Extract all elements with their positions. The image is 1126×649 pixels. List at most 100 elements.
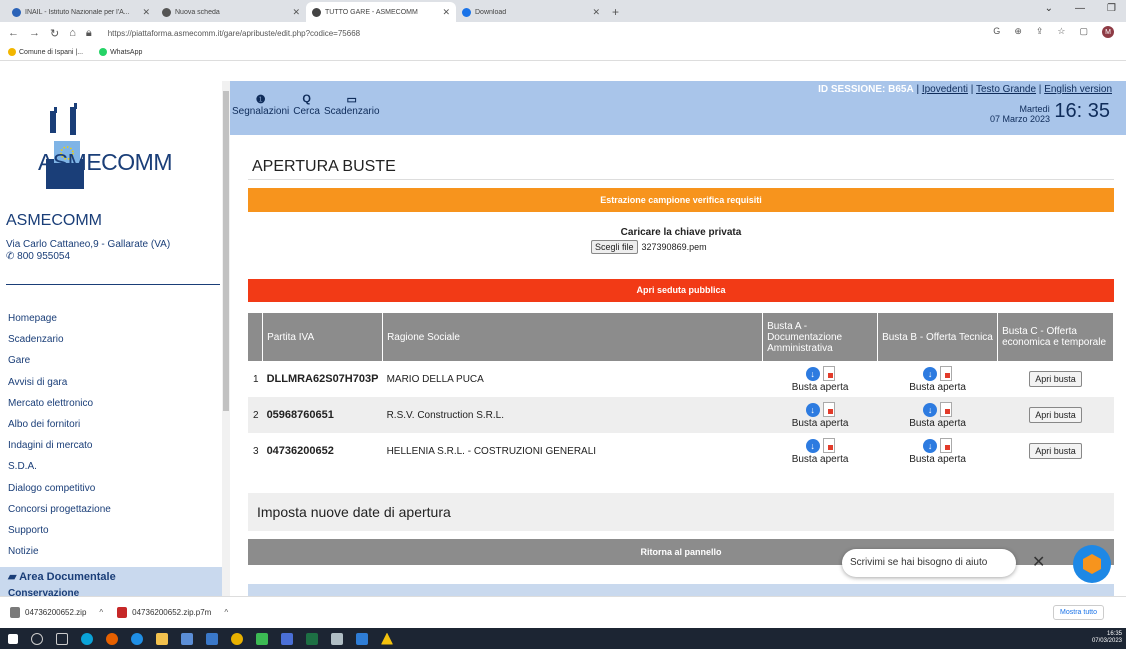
sidebar-item-supporto[interactable]: Supporto bbox=[0, 520, 222, 541]
close-tab-icon[interactable]: ✕ bbox=[442, 7, 450, 18]
extract-sample-button[interactable]: Estrazione campione verifica requisiti bbox=[248, 188, 1114, 212]
cortana-icon[interactable] bbox=[81, 632, 93, 645]
sidebar-item-mercato-elettronico[interactable]: Mercato elettronico bbox=[0, 393, 222, 414]
sidebar-item-concorsi-progettazione[interactable]: Concorsi progettazione bbox=[0, 499, 222, 520]
close-tab-icon[interactable]: ✕ bbox=[292, 7, 300, 18]
link-english-version[interactable]: English version bbox=[1044, 84, 1112, 95]
app-icon[interactable] bbox=[356, 632, 368, 645]
org-phone: ✆ 800 955054 bbox=[6, 251, 70, 262]
windows-start-icon[interactable] bbox=[8, 633, 18, 644]
bookmark-whatsapp[interactable]: WhatsApp bbox=[99, 48, 142, 56]
link-ipovedenti[interactable]: Ipovedenti bbox=[922, 84, 968, 95]
ragione-sociale-cell: R.S.V. Construction S.R.L. bbox=[382, 397, 763, 433]
home-icon[interactable]: ⌂ bbox=[69, 27, 76, 39]
browser-tab-active[interactable]: TUTTO GARE - ASMECOMM ✕ bbox=[306, 2, 456, 22]
store-icon[interactable] bbox=[181, 632, 193, 645]
scadenzario-button[interactable]: ▭ Scadenzario bbox=[322, 93, 382, 117]
sidebar-scrollbar[interactable] bbox=[222, 81, 230, 596]
bookmark-star-icon[interactable]: ☆ bbox=[1057, 26, 1065, 38]
open-envelope-button[interactable]: Apri busta bbox=[1029, 442, 1082, 459]
signed-document-icon[interactable] bbox=[822, 438, 835, 453]
share-icon[interactable]: ⇪ bbox=[1036, 26, 1044, 38]
app-icon[interactable] bbox=[381, 632, 393, 645]
chat-prompt-bubble[interactable]: Scrivimi se hai bisogno di aiuto bbox=[842, 549, 1016, 577]
edge-icon[interactable] bbox=[131, 632, 143, 645]
close-tab-icon[interactable]: ✕ bbox=[592, 7, 600, 18]
restore-icon[interactable]: ❐ bbox=[1107, 3, 1116, 14]
file-explorer-icon[interactable] bbox=[156, 632, 168, 645]
divider bbox=[6, 284, 220, 285]
sidebar-section-area-documentale[interactable]: ▰ Area Documentale bbox=[0, 567, 222, 587]
close-icon[interactable]: ✕ bbox=[1032, 552, 1045, 572]
app-icon[interactable] bbox=[256, 632, 268, 645]
search-icon: Q bbox=[302, 93, 311, 105]
download-icon[interactable]: ↓ bbox=[923, 438, 938, 453]
search-icon[interactable] bbox=[31, 632, 43, 645]
sidebar-item-scadenzario[interactable]: Scadenzario bbox=[0, 329, 222, 350]
app-icon[interactable] bbox=[331, 632, 343, 645]
download-icon[interactable]: ↓ bbox=[805, 366, 820, 381]
download-icon[interactable]: ↓ bbox=[923, 366, 938, 381]
sidebar-item-dialogo-competitivo[interactable]: Dialogo competitivo bbox=[0, 478, 222, 499]
cerca-button[interactable]: Q Cerca bbox=[291, 93, 322, 117]
firefox-icon[interactable] bbox=[106, 632, 118, 645]
choose-file-button[interactable]: Scegli file bbox=[591, 240, 638, 254]
url-field[interactable]: https://piattaforma.asmecomm.it/gare/apr… bbox=[108, 29, 360, 38]
signed-document-icon[interactable] bbox=[940, 438, 953, 453]
download-icon[interactable]: ↓ bbox=[805, 438, 820, 453]
tab-search-icon[interactable]: ⌄ bbox=[1045, 3, 1053, 14]
download-icon[interactable]: ↓ bbox=[923, 402, 938, 417]
back-icon[interactable]: ← bbox=[8, 27, 19, 39]
chrome-icon[interactable] bbox=[231, 632, 243, 645]
download-icon[interactable]: ↓ bbox=[805, 402, 820, 417]
browser-tab[interactable]: INAIL - Istituto Nazionale per l'A... ✕ bbox=[6, 2, 156, 22]
zoom-icon[interactable]: ⊕ bbox=[1014, 26, 1022, 38]
signed-document-icon[interactable] bbox=[822, 366, 835, 381]
segnalazioni-button[interactable]: ❶ Segnalazioni bbox=[230, 93, 291, 117]
task-view-icon[interactable] bbox=[56, 632, 68, 645]
scrollbar-thumb[interactable] bbox=[223, 91, 229, 411]
download-item[interactable]: 04736200652.zip.p7m ^ bbox=[117, 607, 228, 618]
zip-file-icon bbox=[10, 607, 20, 618]
close-tab-icon[interactable]: ✕ bbox=[142, 7, 150, 18]
open-public-session-button[interactable]: Apri seduta pubblica bbox=[248, 279, 1114, 302]
open-envelope-button[interactable]: Apri busta bbox=[1029, 406, 1082, 423]
bookmark-comune-ispani[interactable]: Comune di Ispani |... bbox=[8, 48, 83, 56]
ragione-sociale-cell: MARIO DELLA PUCA bbox=[386, 373, 484, 385]
chevron-up-icon[interactable]: ^ bbox=[224, 608, 228, 617]
browser-tab[interactable]: Download ✕ bbox=[456, 2, 606, 22]
signed-document-icon[interactable] bbox=[940, 402, 953, 417]
sidepanel-icon[interactable]: ▢ bbox=[1079, 26, 1088, 38]
profile-avatar[interactable]: M bbox=[1102, 26, 1114, 38]
new-opening-dates-section[interactable]: Imposta nuove date di apertura bbox=[248, 493, 1114, 531]
link-testo-grande[interactable]: Testo Grande bbox=[976, 84, 1036, 95]
signed-document-icon[interactable] bbox=[940, 366, 953, 381]
minimize-icon[interactable]: — bbox=[1075, 3, 1085, 14]
mail-icon[interactable] bbox=[206, 632, 218, 645]
header-date: Martedì 07 Marzo 2023 bbox=[989, 104, 1050, 124]
browser-tabstrip: INAIL - Istituto Nazionale per l'A... ✕ N… bbox=[0, 0, 1126, 22]
sidebar-item-albo-fornitori[interactable]: Albo dei fornitori bbox=[0, 414, 222, 435]
new-tab-icon[interactable]: + bbox=[612, 2, 619, 22]
app-icon[interactable] bbox=[281, 632, 293, 645]
excel-icon[interactable] bbox=[306, 632, 318, 645]
browser-tab[interactable]: Nuova scheda ✕ bbox=[156, 2, 306, 22]
forward-icon[interactable]: → bbox=[29, 27, 40, 39]
taskbar-clock[interactable]: 16:35 07/03/2023 bbox=[1092, 631, 1122, 645]
sidebar-item-sda[interactable]: S.D.A. bbox=[0, 456, 222, 477]
sidebar-item-indagini-di-mercato[interactable]: Indagini di mercato bbox=[0, 435, 222, 456]
calendar-icon: ▭ bbox=[346, 94, 357, 106]
chat-launcher-button[interactable] bbox=[1073, 545, 1111, 583]
sidebar-item-homepage[interactable]: Homepage bbox=[0, 308, 222, 329]
sidebar-item-gare[interactable]: Gare bbox=[0, 350, 222, 371]
open-envelope-button[interactable]: Apri busta bbox=[1029, 370, 1082, 387]
sidebar-item-avvisi-di-gara[interactable]: Avvisi di gara bbox=[0, 372, 222, 393]
signed-document-icon[interactable] bbox=[822, 402, 835, 417]
google-icon[interactable]: G bbox=[993, 26, 1000, 38]
reload-icon[interactable]: ↻ bbox=[50, 27, 59, 40]
sidebar-section-conservazione[interactable]: Conservazione bbox=[0, 587, 222, 596]
chevron-up-icon[interactable]: ^ bbox=[99, 608, 103, 617]
show-all-downloads-button[interactable]: Mostra tutto bbox=[1053, 605, 1104, 620]
sidebar-item-notizie[interactable]: Notizie bbox=[0, 541, 222, 562]
download-item[interactable]: 04736200652.zip ^ bbox=[10, 607, 103, 618]
